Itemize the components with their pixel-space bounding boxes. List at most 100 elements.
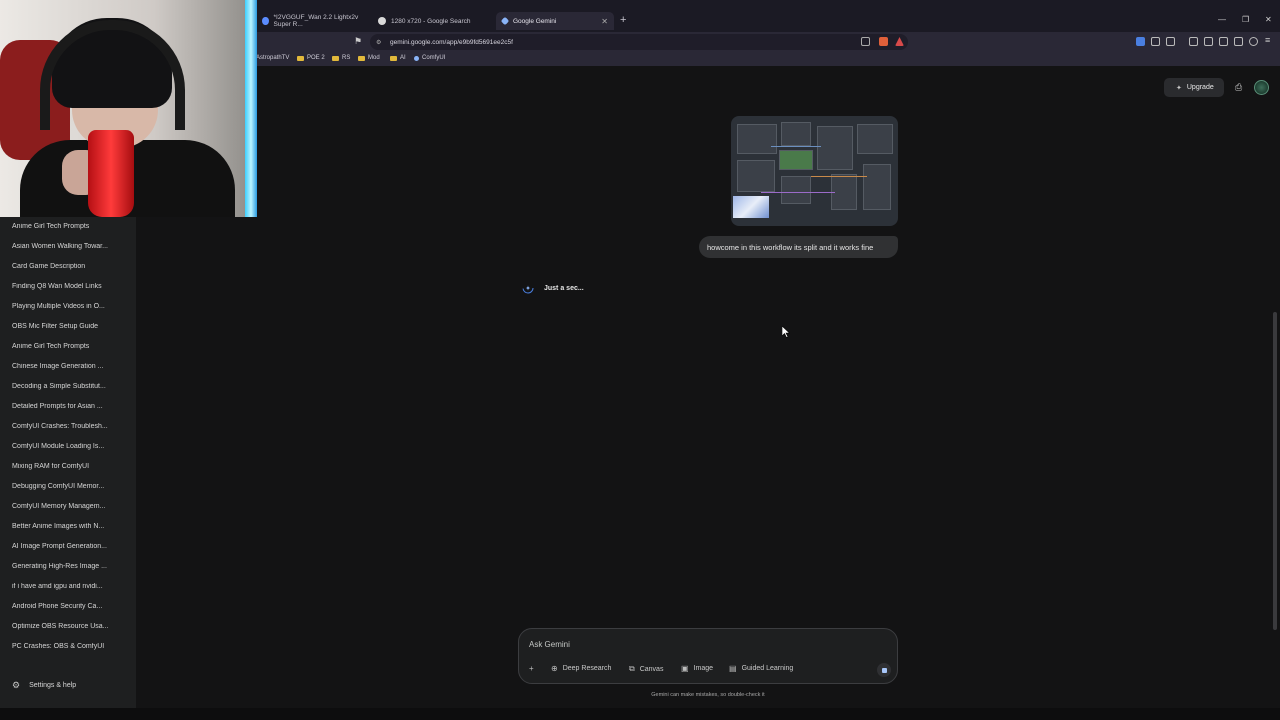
google-icon bbox=[378, 17, 386, 25]
guided-learning-button[interactable]: ▤ Guided Learning bbox=[729, 664, 793, 673]
chat-history-item[interactable]: Generating High-Res Image ... bbox=[12, 563, 130, 570]
bookmark-icon[interactable]: ⚑ bbox=[354, 36, 362, 47]
chat-history-item[interactable]: PC Crashes: OBS & ComfyUI bbox=[12, 643, 130, 650]
extension-icon[interactable] bbox=[1136, 37, 1145, 46]
chat-history-item[interactable]: Android Phone Security Ca... bbox=[12, 603, 130, 610]
workflow-node bbox=[817, 126, 853, 170]
bookmark-astropathtv[interactable]: AstropathTV bbox=[256, 55, 289, 61]
bookmark-label: RS bbox=[342, 55, 351, 61]
close-tab-icon[interactable]: ✕ bbox=[601, 17, 608, 26]
user-message-bubble: howcome in this workflow its split and i… bbox=[699, 236, 898, 258]
response-status-text: Just a sec... bbox=[544, 284, 584, 292]
url-text: gemini.google.com/app/e9b9fd5691ee2c5f bbox=[390, 38, 513, 46]
folder-icon bbox=[390, 55, 397, 61]
minimize-icon[interactable]: — bbox=[1218, 15, 1226, 24]
url-field[interactable]: ⚙ gemini.google.com/app/e9b9fd5691ee2c5f bbox=[370, 34, 908, 50]
upgrade-button[interactable]: ✦ Upgrade bbox=[1164, 78, 1224, 97]
bookmark-label: AI bbox=[400, 55, 406, 61]
upgrade-label: Upgrade bbox=[1186, 84, 1214, 91]
avatar[interactable] bbox=[1254, 80, 1269, 95]
chat-history-item[interactable]: Debugging ComfyUI Memor... bbox=[12, 483, 130, 490]
brave-shield-icon[interactable] bbox=[879, 37, 888, 46]
sparkle-icon: ✦ bbox=[1176, 84, 1182, 92]
vpn-icon[interactable] bbox=[1249, 37, 1258, 46]
add-attachment-button[interactable]: + bbox=[529, 664, 539, 673]
tool-label: Image bbox=[693, 665, 714, 672]
site-info-icon[interactable]: ⚙ bbox=[376, 39, 381, 46]
workflow-wire bbox=[811, 176, 867, 177]
image-button[interactable]: ▣ Image bbox=[681, 664, 713, 673]
chat-history-item[interactable]: Playing Multiple Videos in O... bbox=[12, 303, 130, 310]
workflow-node bbox=[781, 176, 811, 204]
bookmark-ai[interactable]: AI bbox=[390, 55, 406, 61]
webcam-overlay bbox=[0, 0, 257, 217]
chat-history-item[interactable]: Finding Q8 Wan Model Links bbox=[12, 283, 130, 290]
chat-history-item[interactable]: ComfyUI Memory Managem... bbox=[12, 503, 130, 510]
folder-icon bbox=[297, 55, 304, 61]
close-window-icon[interactable]: ✕ bbox=[1265, 15, 1272, 24]
new-tab-icon[interactable]: + bbox=[620, 14, 626, 26]
chat-history-item[interactable]: Mixing RAM for ComfyUI bbox=[12, 463, 130, 470]
workflow-node bbox=[781, 122, 811, 146]
led-light-strip bbox=[245, 0, 257, 217]
chat-history-item[interactable]: Chinese Image Generation ... bbox=[12, 363, 130, 370]
tab-label: 1280 x720 - Google Search bbox=[391, 17, 471, 25]
printer-icon[interactable]: ⎙ bbox=[1235, 82, 1242, 93]
gemini-sparkle-icon bbox=[522, 282, 534, 294]
bookmark-poe2[interactable]: POE 2 bbox=[297, 55, 325, 61]
bookmark-label: Mod bbox=[368, 55, 380, 61]
prompt-composer: + ⊕ Deep Research ⧉ Canvas ▣ Image ▤ Guided … bbox=[518, 628, 898, 684]
chat-history-item[interactable]: Optimize OBS Resource Usa... bbox=[12, 623, 130, 630]
tab-comfyui[interactable]: *I2VGGUF_Wan 2.2 Lightx2v Super R... bbox=[256, 12, 368, 30]
chat-history-item[interactable]: if i have amd igpu and nvidi... bbox=[12, 583, 130, 590]
canvas-button[interactable]: ⧉ Canvas bbox=[629, 664, 663, 674]
restore-icon[interactable]: ❐ bbox=[1242, 15, 1249, 24]
workflow-node bbox=[737, 160, 775, 192]
bookmark-label: POE 2 bbox=[307, 55, 325, 61]
mouse-cursor-icon bbox=[782, 326, 790, 338]
chat-history-item[interactable]: Decoding a Simple Substitut... bbox=[12, 383, 130, 390]
chat-history-item[interactable]: OBS Mic Filter Setup Guide bbox=[12, 323, 130, 330]
deep-research-button[interactable]: ⊕ Deep Research bbox=[551, 664, 611, 673]
folder-icon bbox=[358, 55, 365, 61]
bookmark-rs[interactable]: RS bbox=[332, 55, 350, 61]
bookmark-mod[interactable]: Mod bbox=[358, 55, 380, 61]
chat-history-item[interactable]: Card Game Description bbox=[12, 263, 130, 270]
chat-history-item[interactable]: AI Image Prompt Generation... bbox=[12, 543, 130, 550]
workflow-preview-image bbox=[733, 196, 769, 218]
scrollbar[interactable] bbox=[1273, 312, 1277, 630]
bookmark-label: AstropathTV bbox=[256, 55, 290, 61]
canvas-icon: ⧉ bbox=[629, 664, 635, 673]
prompt-input[interactable] bbox=[529, 640, 829, 649]
workflow-node bbox=[863, 164, 891, 210]
chat-history-item[interactable]: Detailed Prompts for Asian ... bbox=[12, 403, 130, 410]
stop-generation-button[interactable] bbox=[877, 663, 891, 677]
sidebar-icon[interactable] bbox=[1204, 37, 1213, 46]
chat-history-item[interactable]: Anime Girl Tech Prompts bbox=[12, 223, 130, 230]
workflow-wire bbox=[771, 146, 821, 147]
wallet-icon[interactable] bbox=[1219, 37, 1228, 46]
settings-and-help-button[interactable]: ⚙ Settings & help bbox=[12, 680, 76, 691]
chat-history-item[interactable]: Better Anime Images with N... bbox=[12, 523, 130, 530]
plus-icon: + bbox=[529, 664, 534, 673]
chat-history-item[interactable]: Asian Women Walking Towar... bbox=[12, 243, 130, 250]
tab-google-search[interactable]: 1280 x720 - Google Search bbox=[372, 12, 490, 30]
workflow-node bbox=[779, 150, 813, 170]
app-window: *I2VGGUF_Wan 2.2 Lightx2v Super R... 128… bbox=[0, 0, 1280, 720]
chat-history-item[interactable]: ComfyUI Crashes: Troublesh... bbox=[12, 423, 130, 430]
share-icon[interactable] bbox=[861, 37, 870, 46]
attached-workflow-image[interactable] bbox=[731, 116, 898, 226]
tool-label: Guided Learning bbox=[741, 665, 794, 672]
red-cup bbox=[88, 130, 134, 217]
bookmark-comfyui[interactable]: ComfyUI bbox=[414, 55, 445, 61]
disclaimer-text: Gemini can make mistakes, so double-chec… bbox=[651, 692, 765, 698]
tab-google-gemini[interactable]: Google Gemini ✕ bbox=[496, 12, 614, 30]
extension-icon[interactable] bbox=[1234, 37, 1243, 46]
media-icon[interactable] bbox=[1189, 37, 1198, 46]
menu-icon[interactable]: ≡ bbox=[1265, 35, 1274, 45]
extension-icon[interactable] bbox=[1166, 37, 1175, 46]
chat-history-item[interactable]: ComfyUI Module Loading Is... bbox=[12, 443, 130, 450]
chat-history-item[interactable]: Anime Girl Tech Prompts bbox=[12, 343, 130, 350]
folder-icon bbox=[332, 55, 339, 61]
extension-icon[interactable] bbox=[1151, 37, 1160, 46]
